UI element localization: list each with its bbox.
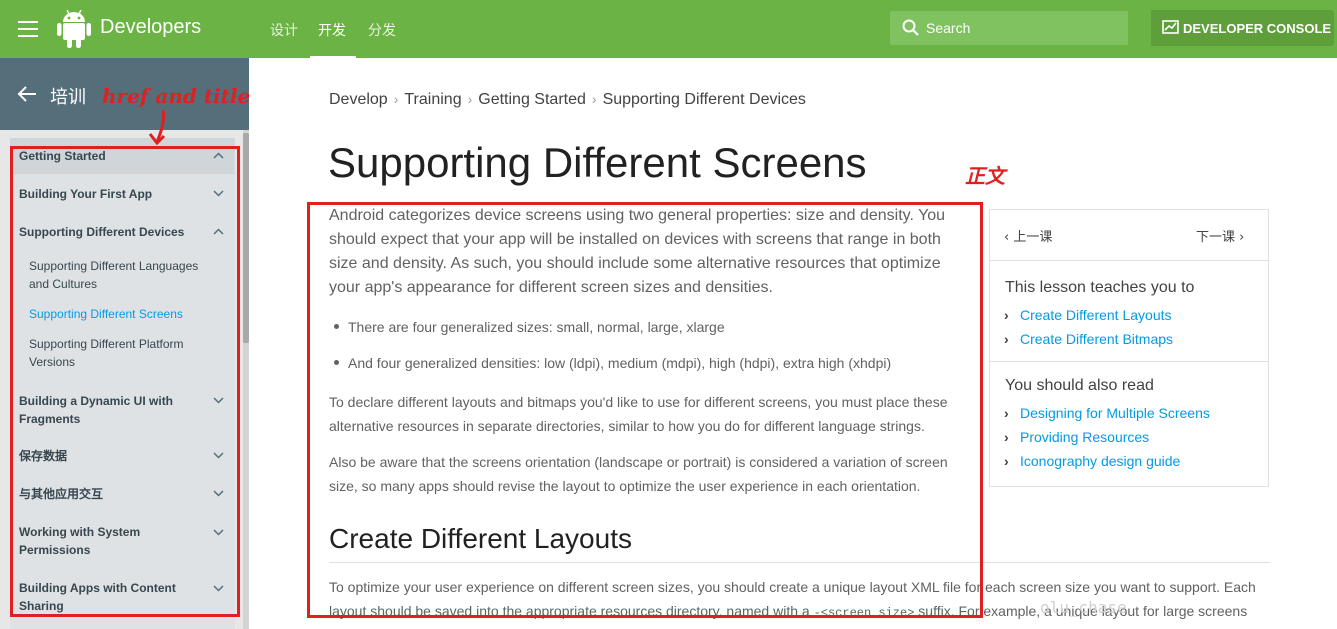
read-link[interactable]: › Iconography design guide [1004,453,1180,469]
chevron-left-icon: ‹ [1004,230,1014,245]
chevron-right-icon: › [1004,429,1009,445]
read-heading: You should also read [1005,377,1154,394]
next-lesson-label: 下一课 [1196,230,1236,245]
read-link[interactable]: › Designing for Multiple Screens [1004,405,1210,421]
breadcrumb: Develop › Training › Getting Started › Support… [329,91,806,109]
chevron-right-icon: › [1004,453,1009,469]
breadcrumb-item[interactable]: Supporting Different Devices [603,91,806,108]
watermark-text: olu_chase [1040,598,1127,617]
search-placeholder[interactable]: Search [926,20,970,36]
sidebar-annotation-label: href and title [102,84,251,108]
chevron-right-icon: › [1004,307,1009,323]
teaches-link[interactable]: › Create Different Layouts [1004,307,1172,323]
next-lesson-link[interactable]: 下一课 › [1196,226,1244,245]
active-tab-indicator [310,56,356,59]
console-icon [1162,20,1179,34]
back-arrow-icon[interactable] [17,85,37,103]
annotation-arrow-icon [148,109,166,146]
breadcrumb-item[interactable]: Getting Started [478,91,586,108]
android-logo-icon[interactable] [57,10,91,48]
link-label: Providing Resources [1020,429,1150,445]
link-label: Iconography design guide [1020,453,1181,469]
developer-console-label: DEVELOPER CONSOLE [1183,21,1332,36]
lesson-panel [989,209,1269,487]
top-app-bar: Developers 设计 开发 分发 Search DEVELOPER CON… [0,0,1337,59]
tab-develop[interactable]: 开发 [318,20,346,40]
hamburger-menu-icon[interactable] [18,21,38,37]
developer-console-button[interactable]: DEVELOPER CONSOLE [1151,10,1334,46]
link-label: Designing for Multiple Screens [1020,405,1210,421]
content-annotation-box [307,202,983,618]
brand-title[interactable]: Developers [100,16,201,39]
content-annotation-label: 正文 [965,164,1005,188]
tab-design[interactable]: 设计 [270,20,298,40]
teaches-heading: This lesson teaches you to [1005,279,1195,296]
link-label: Create Different Layouts [1020,307,1172,323]
tab-distribute[interactable]: 分发 [368,20,396,40]
page-title: Supporting Different Screens [328,139,867,186]
breadcrumb-separator-icon: › [393,91,399,107]
link-label: Create Different Bitmaps [1020,331,1174,347]
breadcrumb-separator-icon: › [467,91,473,107]
breadcrumb-item[interactable]: Training [404,91,461,108]
read-link[interactable]: › Providing Resources [1004,429,1149,445]
chevron-right-icon: › [1004,405,1009,421]
search-icon [902,19,919,36]
breadcrumb-separator-icon: › [591,91,597,107]
chevron-right-icon: › [1004,331,1009,347]
sidebar-scroll-thumb[interactable] [243,133,249,343]
prev-lesson-label: 上一课 [1013,230,1053,245]
teaches-link[interactable]: › Create Different Bitmaps [1004,331,1173,347]
search-box[interactable]: Search [890,11,1128,45]
panel-divider [990,361,1268,362]
sidebar-title: 培训 [50,87,86,108]
breadcrumb-item[interactable]: Develop [329,91,388,108]
chevron-right-icon: › [1235,230,1245,245]
sidebar-annotation-box [10,146,240,617]
prev-lesson-link[interactable]: ‹ 上一课 [1004,226,1052,245]
panel-divider [990,260,1268,261]
